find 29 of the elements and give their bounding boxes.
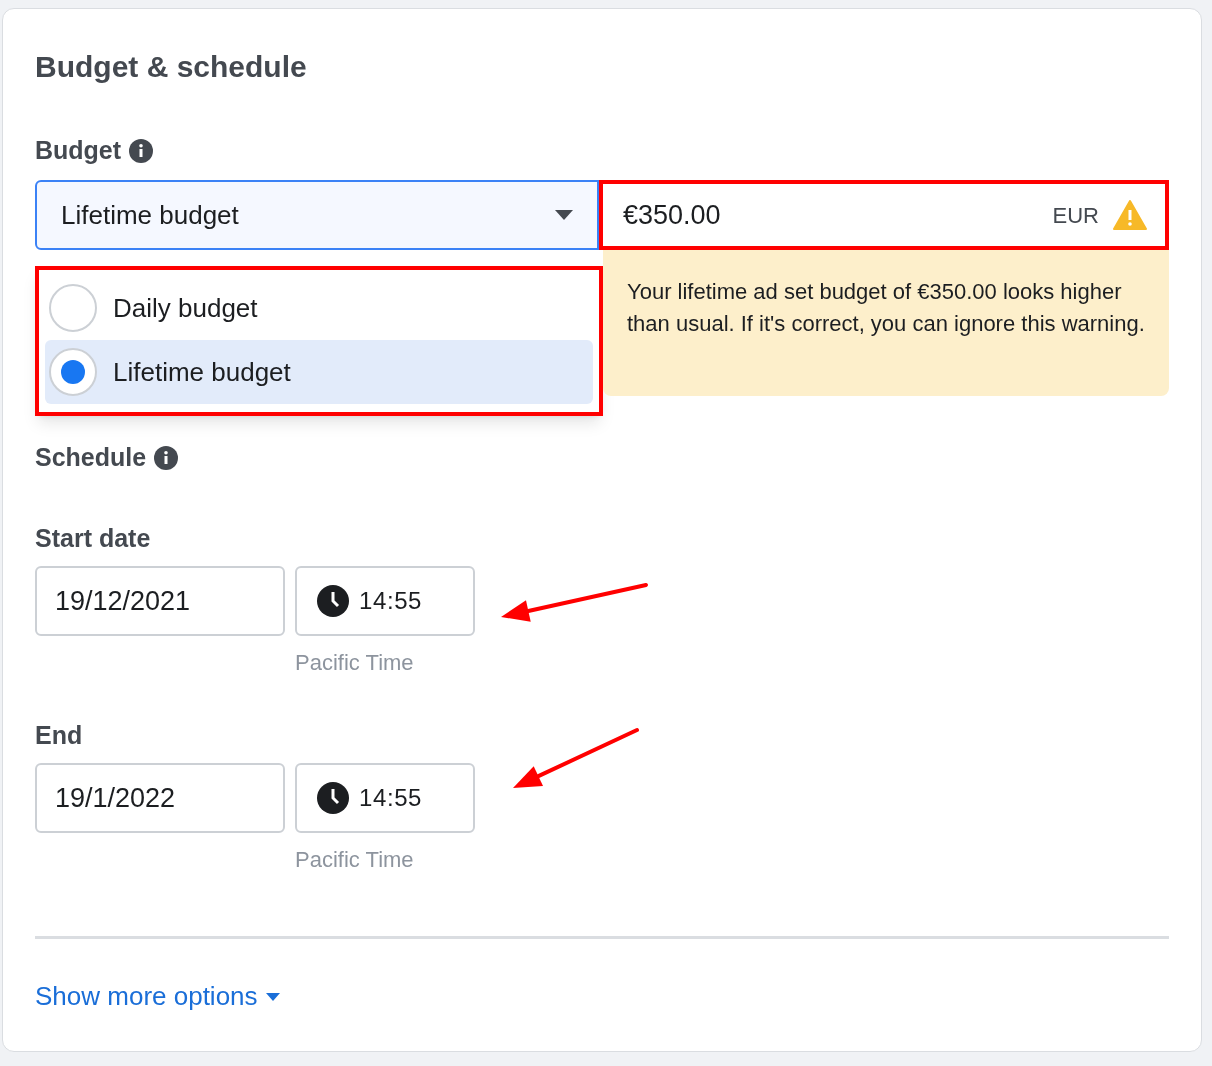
show-more-link[interactable]: Show more options bbox=[35, 977, 280, 1016]
date-input[interactable]: 19/1/2022 bbox=[35, 763, 285, 833]
schedule-label: Schedule bbox=[35, 442, 147, 474]
field-label: End bbox=[35, 720, 84, 751]
option-label: Daily budget bbox=[113, 291, 258, 325]
time-input[interactable]: 14:55 bbox=[295, 566, 475, 636]
time-input[interactable]: 14:55 bbox=[295, 763, 475, 833]
info-icon bbox=[129, 139, 154, 163]
caret-icon bbox=[555, 210, 573, 220]
date-input[interactable]: 19/12/2021 bbox=[35, 566, 285, 636]
radio-button[interactable] bbox=[49, 348, 97, 396]
radio-button[interactable] bbox=[49, 284, 97, 332]
section-title: Budget & schedule bbox=[35, 49, 308, 85]
clock-icon bbox=[317, 585, 349, 617]
option-label: Lifetime budget bbox=[113, 355, 291, 389]
field-label: Start date bbox=[35, 523, 152, 554]
budget-label: Budget bbox=[35, 135, 122, 167]
caret-icon bbox=[265, 992, 280, 1001]
budget-option[interactable]: Lifetime budget bbox=[45, 340, 593, 404]
amount-input[interactable]: €350.00 bbox=[623, 194, 721, 236]
timezone-label: Pacific Time bbox=[295, 847, 414, 872]
warning-icon bbox=[1113, 200, 1147, 230]
budget-type-select[interactable]: Lifetime budget bbox=[35, 180, 599, 250]
budget-option[interactable]: Daily budget bbox=[45, 276, 593, 340]
currency-label: EUR bbox=[1052, 201, 1099, 230]
timezone-label: Pacific Time bbox=[295, 650, 414, 675]
warning-message: Your lifetime ad set budget of €350.00 looks higher than usual. If it's correct, you can ignore this warning. bbox=[603, 250, 1169, 396]
clock-icon bbox=[317, 782, 349, 814]
info-icon bbox=[154, 446, 179, 470]
